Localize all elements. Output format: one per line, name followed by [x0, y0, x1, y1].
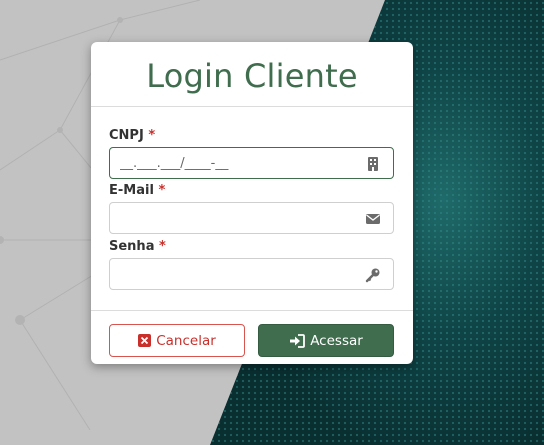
password-input[interactable]	[110, 259, 360, 289]
login-form: CNPJ * E-Mail *	[91, 107, 413, 311]
cnpj-label: CNPJ *	[109, 128, 155, 143]
cancel-button-label: Cancelar	[156, 332, 216, 349]
sign-in-icon	[289, 333, 306, 348]
password-label: Senha *	[109, 239, 166, 254]
email-required-mark: *	[158, 183, 166, 198]
submit-button[interactable]: Acessar	[258, 324, 394, 357]
card-footer: Cancelar Acessar	[91, 311, 413, 365]
cnpj-required-mark: *	[148, 128, 156, 143]
email-label: E-Mail *	[109, 183, 165, 198]
envelope-icon	[365, 211, 381, 227]
email-label-text: E-Mail	[109, 183, 154, 198]
password-required-mark: *	[159, 239, 166, 254]
cnpj-label-text: CNPJ	[109, 128, 144, 143]
cancel-button[interactable]: Cancelar	[109, 324, 245, 357]
building-icon	[365, 156, 381, 172]
close-square-icon	[138, 334, 152, 347]
email-input[interactable]	[110, 203, 360, 233]
password-field[interactable]	[109, 258, 394, 290]
card-header: Login Cliente	[91, 42, 413, 107]
login-title: Login Cliente	[146, 57, 358, 95]
email-field[interactable]	[109, 202, 394, 234]
login-card: Login Cliente CNPJ * E-Mail	[91, 42, 413, 364]
cnpj-field[interactable]	[109, 147, 394, 179]
cnpj-input[interactable]	[110, 148, 360, 178]
submit-button-label: Acessar	[310, 332, 363, 349]
key-icon	[365, 267, 381, 283]
password-label-text: Senha	[109, 239, 155, 254]
